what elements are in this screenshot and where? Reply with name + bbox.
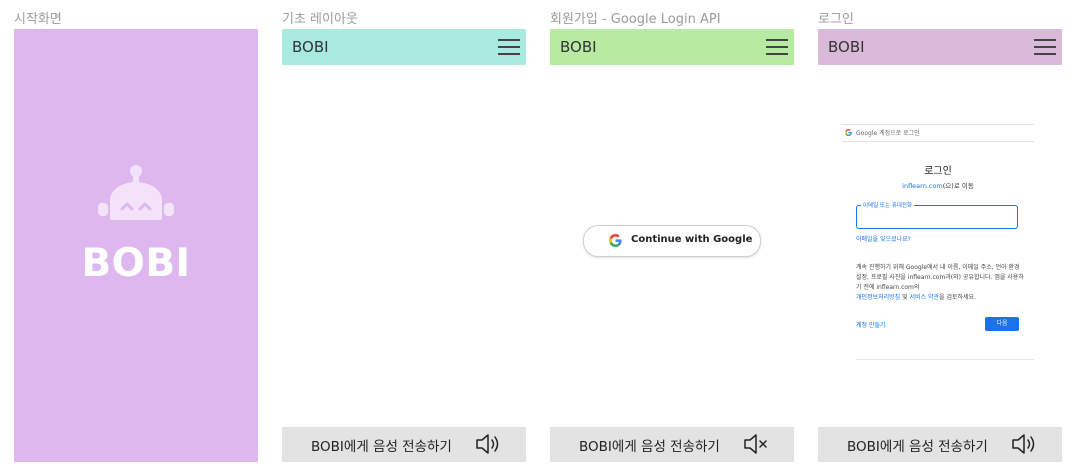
terms-of-service-link[interactable]: 서비스 약관 — [910, 294, 940, 301]
splash-brand-name: BOBI — [81, 241, 191, 286]
voice-send-bar[interactable]: BOBI에게 음성 전송하기 — [550, 427, 794, 462]
header-brand: BOBI — [292, 38, 329, 56]
email-or-phone-label: 이메일 또는 휴대전화 — [861, 201, 915, 209]
app-header: BOBI — [550, 29, 794, 65]
header-brand: BOBI — [828, 38, 865, 56]
signup-screen: BOBI Continue with Google BOBI에게 음성 전송하기 — [550, 29, 794, 462]
google-signin-top-bar: Google 계정으로 로그인 — [842, 124, 1034, 142]
voice-send-bar[interactable]: BOBI에게 음성 전송하기 — [818, 427, 1062, 462]
hamburger-menu-icon[interactable] — [1034, 39, 1056, 55]
consent-text: 계속 진행하기 위해 Google에서 내 이름, 이메일 주소, 언어 환경설… — [856, 263, 1024, 303]
redirect-note: inflearn.com(으)로 이동 — [842, 180, 1034, 190]
splash-screen: BOBI — [14, 29, 258, 462]
google-signin-top-label: Google 계정으로 로그인 — [856, 130, 920, 137]
frame-title-login: 로그인 — [818, 12, 854, 27]
app-header: BOBI — [818, 29, 1062, 65]
email-or-phone-input[interactable]: 이메일 또는 휴대전화 — [856, 201, 1018, 229]
speaker-on-icon[interactable] — [475, 433, 501, 455]
voice-send-bar[interactable]: BOBI에게 음성 전송하기 — [282, 427, 526, 462]
google-logo-icon — [845, 129, 852, 136]
frame-title-signup: 회원가입 - Google Login API — [550, 12, 721, 27]
voice-send-label: BOBI에게 음성 전송하기 — [579, 439, 720, 455]
robot-logo-icon — [98, 165, 174, 220]
hamburger-menu-icon[interactable] — [498, 39, 520, 55]
speaker-on-icon[interactable] — [1011, 433, 1037, 455]
redirect-domain-link[interactable]: inflearn.com — [902, 182, 943, 190]
voice-send-label: BOBI에게 음성 전송하기 — [847, 439, 988, 455]
login-screen: BOBI Google 계정으로 로그인 로그인 inflearn.com(으)… — [818, 29, 1062, 462]
voice-send-label: BOBI에게 음성 전송하기 — [311, 439, 452, 455]
continue-with-google-button[interactable]: Continue with Google — [583, 225, 761, 257]
frame-title-splash: 시작화면 — [14, 12, 62, 27]
consent-text-body: 계속 진행하기 위해 Google에서 내 이름, 이메일 주소, 언어 환경설… — [856, 264, 1024, 291]
divider — [856, 359, 1034, 360]
frame-title-basic-layout: 기초 레이아웃 — [282, 12, 358, 27]
basic-layout-screen: BOBI BOBI에게 음성 전송하기 — [282, 29, 526, 462]
speaker-muted-icon[interactable] — [743, 433, 769, 455]
create-account-link[interactable]: 계정 만들기 — [856, 320, 1048, 329]
app-header: BOBI — [282, 29, 526, 65]
login-heading: 로그인 — [924, 166, 952, 177]
continue-with-google-label: Continue with Google — [631, 234, 753, 245]
header-brand: BOBI — [560, 38, 597, 56]
privacy-policy-link[interactable]: 개인정보처리방침 — [856, 294, 900, 301]
hamburger-menu-icon[interactable] — [766, 39, 788, 55]
google-logo-icon — [609, 234, 622, 247]
consent-and: 및 — [900, 294, 910, 301]
consent-text-end: 을 검토하세요. — [939, 294, 976, 301]
redirect-note-text: (으)로 이동 — [942, 182, 974, 190]
forgot-email-link[interactable]: 이메일을 잊으셨나요? — [856, 234, 1048, 243]
next-button[interactable]: 다음 — [985, 317, 1019, 331]
